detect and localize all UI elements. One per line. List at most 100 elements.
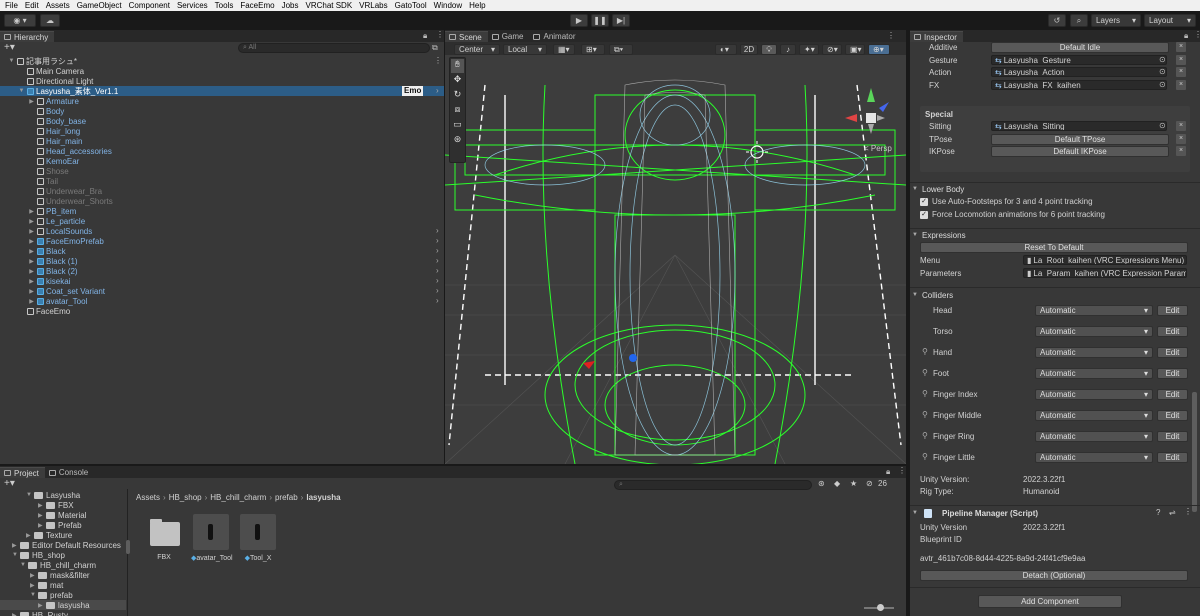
collider-mode-dropdown[interactable]: Automatic ▾ — [1035, 410, 1153, 421]
link-icon[interactable]: ⚲ — [922, 389, 928, 398]
lower-body-foldout[interactable]: ▼ Lower Body — [910, 183, 1195, 195]
tab-inspector[interactable]: Inspector — [910, 31, 963, 42]
asset-item[interactable]: FBX — [144, 514, 184, 561]
special-pose-field[interactable]: ⇆ Lasyusha_Sitting — [991, 121, 1167, 131]
collider-edit-button[interactable]: Edit — [1157, 431, 1188, 442]
project-menu-icon[interactable]: ⋮ — [898, 466, 906, 475]
expand-arrow-icon[interactable]: ▼ — [12, 552, 20, 558]
expand-arrow-icon[interactable]: ▼ — [18, 88, 25, 94]
ruler-dropdown[interactable]: ⧉▾ — [609, 44, 633, 55]
expand-arrow-icon[interactable]: ▶ — [28, 268, 35, 275]
menu-item[interactable]: Window — [434, 1, 462, 10]
project-tree-item[interactable]: ▶ mat — [0, 580, 126, 590]
tree-scrollbar[interactable] — [126, 540, 130, 554]
chevron-right-icon[interactable]: › — [436, 276, 439, 285]
project-tree-item[interactable]: ▶ Prefab — [0, 520, 126, 530]
camera-dropdown[interactable]: ▣▾ — [845, 44, 865, 55]
space-dropdown[interactable]: Local ▾ — [503, 44, 547, 55]
tab-game[interactable]: Game — [487, 31, 530, 42]
remove-button[interactable]: × — [1176, 134, 1186, 144]
hidden-packages-icon[interactable]: ⊘ — [866, 479, 873, 488]
project-tree-item[interactable]: ▶ Texture — [0, 530, 126, 540]
link-icon[interactable]: ⚲ — [922, 431, 928, 440]
link-icon[interactable]: ⚲ — [922, 410, 928, 419]
colliders-foldout[interactable]: ▼ Colliders — [910, 289, 1195, 301]
tab-console[interactable]: Console — [44, 467, 95, 478]
2d-toggle[interactable]: 2D — [740, 44, 758, 55]
inspector-lock-icon[interactable]: 🔒︎ — [1184, 31, 1188, 41]
expand-arrow-icon[interactable]: ▶ — [28, 258, 35, 265]
playable-layer-field[interactable]: ⇆ Lasyusha_Gesture — [991, 55, 1167, 65]
menu-item[interactable]: Edit — [25, 1, 39, 10]
project-tree-item[interactable]: ▶ mask&filter — [0, 570, 126, 580]
hierarchy-row[interactable]: Body — [0, 106, 444, 116]
collider-mode-dropdown[interactable]: Automatic ▾ — [1035, 368, 1153, 379]
reset-to-default-button[interactable]: Reset To Default — [920, 242, 1188, 253]
remove-button[interactable]: × — [1176, 67, 1186, 77]
menu-item[interactable]: GatoTool — [395, 1, 427, 10]
menu-item[interactable]: Tools — [215, 1, 234, 10]
project-tree-item[interactable]: ▼ HB_chill_charm — [0, 560, 126, 570]
collider-edit-button[interactable]: Edit — [1157, 305, 1188, 316]
perspective-label[interactable]: < Persp — [864, 144, 892, 153]
collider-edit-button[interactable]: Edit — [1157, 389, 1188, 400]
link-icon[interactable]: ⚲ — [922, 347, 928, 356]
detach-button[interactable]: Detach (Optional) — [920, 570, 1188, 581]
project-search-input[interactable]: ⌕ — [614, 480, 812, 490]
project-tree-item[interactable]: ▶ Editor Default Resources — [0, 540, 126, 550]
asset-item[interactable]: ◆Tool_X — [238, 514, 278, 562]
move-tool-icon[interactable]: ✥ — [451, 74, 464, 88]
expand-arrow-icon[interactable]: ▶ — [28, 228, 35, 235]
layout-dropdown[interactable]: Layout ▾ — [1144, 14, 1196, 27]
expand-arrow-icon[interactable]: ▶ — [28, 238, 35, 245]
tab-scene[interactable]: Scene — [445, 31, 488, 42]
expand-arrow-icon[interactable]: ▶ — [12, 612, 20, 616]
expand-arrow-icon[interactable]: ▶ — [28, 248, 35, 255]
hierarchy-row[interactable]: ▶ Black (1) › — [0, 256, 444, 266]
hierarchy-row[interactable]: ▶ Le_particle — [0, 216, 444, 226]
hierarchy-row[interactable]: FaceEmo — [0, 306, 444, 316]
hierarchy-row[interactable]: ▶ Coat_set Variant › — [0, 286, 444, 296]
collider-edit-button[interactable]: Edit — [1157, 368, 1188, 379]
expand-arrow-icon[interactable]: ▼ — [26, 492, 34, 498]
hierarchy-row[interactable]: ▶ kisekai › — [0, 276, 444, 286]
chevron-right-icon[interactable]: › — [436, 286, 439, 295]
tab-animator[interactable]: Animator — [529, 31, 582, 42]
emo-badge[interactable]: Emo — [402, 86, 424, 96]
menu-item[interactable]: VRLabs — [359, 1, 387, 10]
expressions-menu-field[interactable]: ▮ La_Root_kaihen (VRC Expressions Menu) — [1023, 255, 1187, 265]
pivot-dropdown[interactable]: Center ▾ — [454, 44, 500, 55]
expressions-foldout[interactable]: ▼ Expressions — [910, 229, 1195, 241]
breadcrumb-item[interactable]: lasyusha — [306, 493, 340, 502]
chevron-right-icon[interactable]: › — [436, 246, 439, 255]
collider-edit-button[interactable]: Edit — [1157, 347, 1188, 358]
hierarchy-row[interactable]: ▶ Armature — [0, 96, 444, 106]
project-tree-item[interactable]: ▼ Lasyusha — [0, 490, 126, 500]
expand-arrow-icon[interactable]: ▶ — [28, 298, 35, 305]
remove-button[interactable]: × — [1176, 146, 1186, 156]
playable-layer-button[interactable]: Default Idle — [991, 42, 1169, 53]
collider-mode-dropdown[interactable]: Automatic ▾ — [1035, 389, 1153, 400]
hierarchy-row[interactable]: Underwear_Shorts — [0, 196, 444, 206]
inspector-menu-icon[interactable]: ⋮ — [1194, 30, 1200, 39]
menu-item[interactable]: FaceEmo — [240, 1, 274, 10]
playable-layer-field[interactable]: ⇆ Lasyusha_FX_kaihen — [991, 80, 1167, 90]
expand-arrow-icon[interactable]: ▶ — [28, 288, 35, 295]
expand-arrow-icon[interactable]: ▼ — [8, 58, 15, 64]
chevron-right-icon[interactable]: › — [436, 236, 439, 245]
expand-arrow-icon[interactable]: ▶ — [38, 502, 46, 509]
hierarchy-row[interactable]: Body_base — [0, 116, 444, 126]
collider-mode-dropdown[interactable]: Automatic ▾ — [1035, 452, 1153, 463]
collider-edit-button[interactable]: Edit — [1157, 452, 1188, 463]
project-tree-item[interactable]: ▶ HB_Rusty — [0, 610, 126, 616]
hierarchy-row[interactable]: Underwear_Bra — [0, 186, 444, 196]
expand-arrow-icon[interactable]: ▶ — [38, 602, 46, 609]
hidden-toggle[interactable]: ⊘▾ — [822, 44, 842, 55]
hierarchy-row[interactable]: Hair_long — [0, 126, 444, 136]
hierarchy-row[interactable]: ▶ LocalSounds › — [0, 226, 444, 236]
expand-arrow-icon[interactable]: ▶ — [38, 512, 46, 519]
remove-button[interactable]: × — [1176, 42, 1186, 52]
layers-dropdown[interactable]: Layers ▾ — [1091, 14, 1141, 27]
breadcrumb-item[interactable]: prefab — [275, 493, 298, 502]
account-button[interactable]: ◉ ▾ — [4, 14, 36, 27]
